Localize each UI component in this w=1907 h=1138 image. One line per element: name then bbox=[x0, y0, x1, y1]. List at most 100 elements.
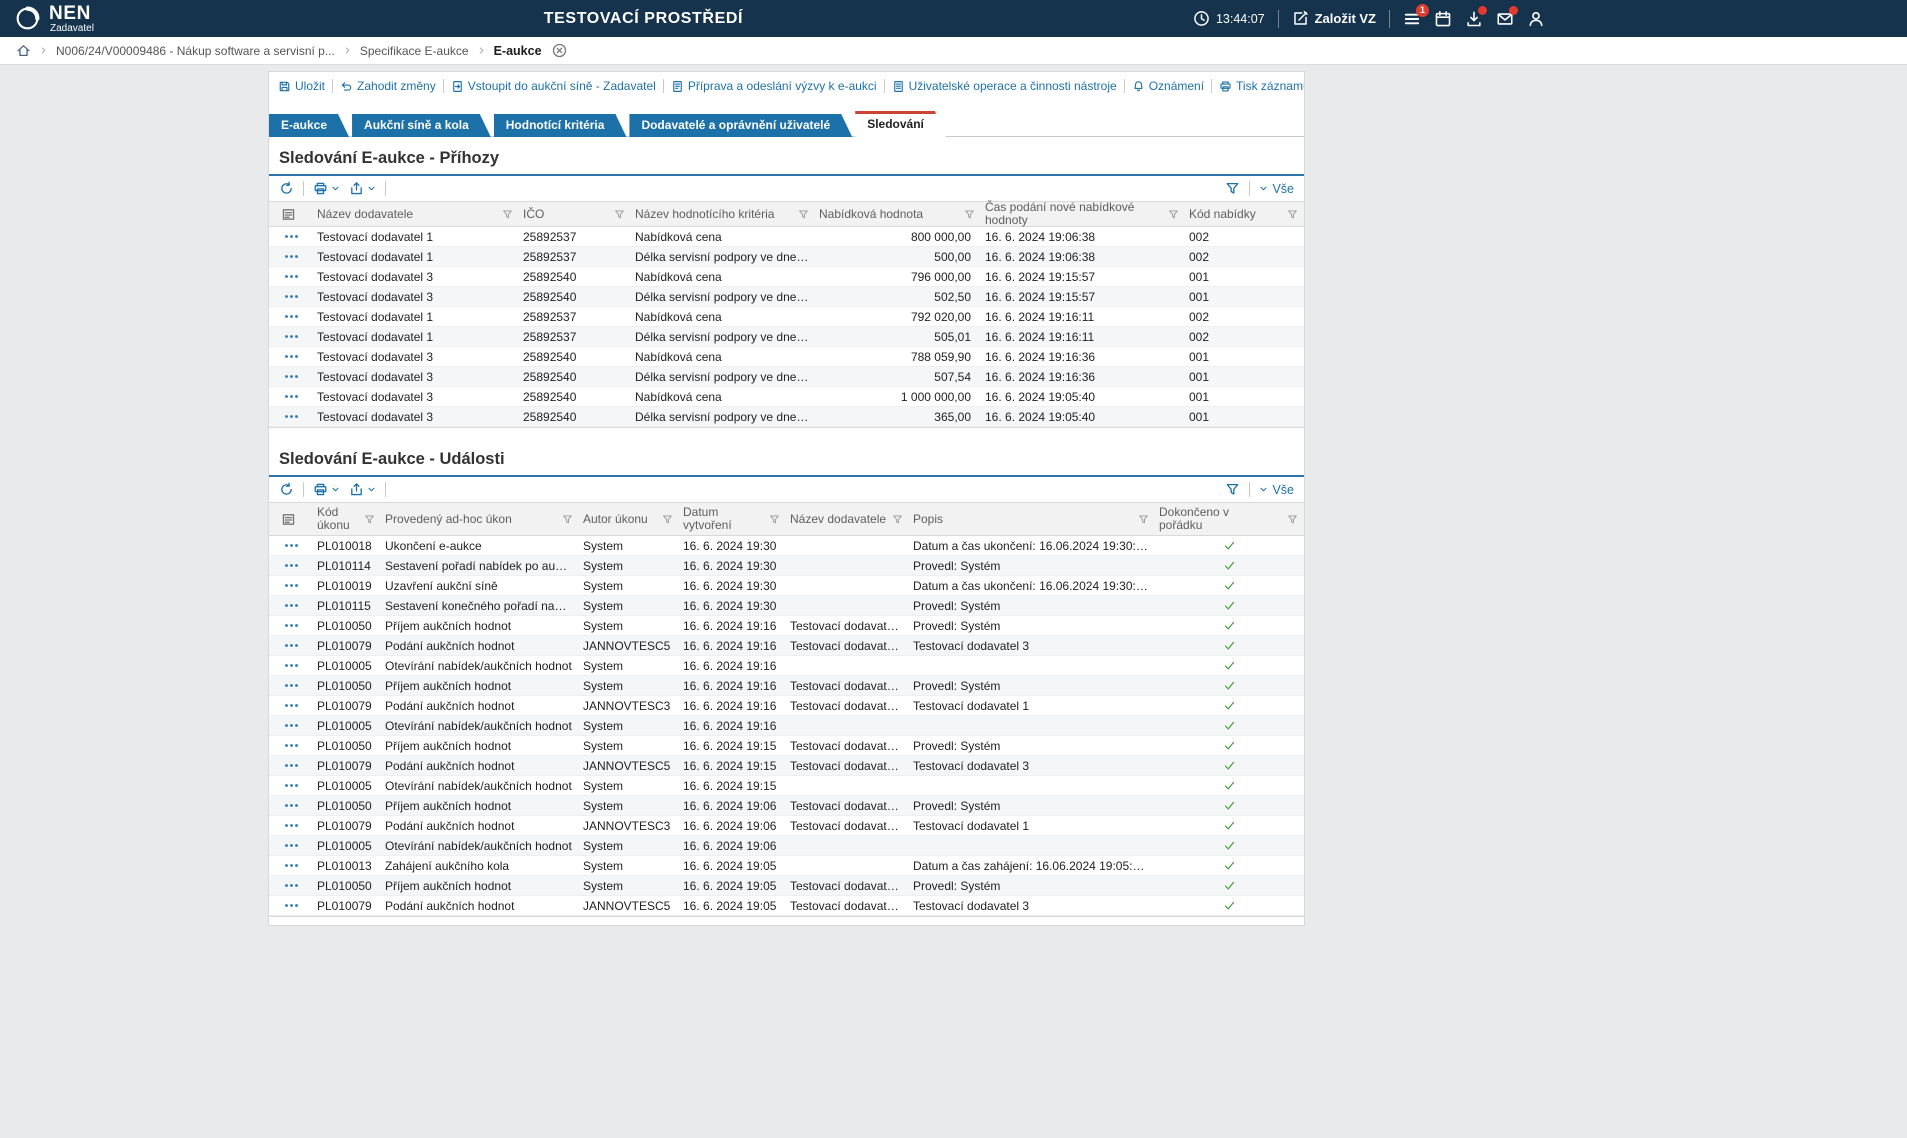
row-menu-icon[interactable] bbox=[284, 273, 299, 280]
tab-sledovani[interactable]: Sledování bbox=[855, 111, 946, 137]
table-row[interactable]: Testovací dodavatel 1 25892537 Délka ser… bbox=[269, 247, 1304, 267]
filter-icon[interactable] bbox=[1225, 482, 1240, 497]
row-menu-icon[interactable] bbox=[284, 722, 299, 729]
grid-export-button[interactable] bbox=[349, 482, 376, 497]
column-filter-icon[interactable] bbox=[562, 514, 573, 525]
table-row[interactable]: PL010050 Příjem aukčních hodnot System 1… bbox=[269, 796, 1304, 816]
breadcrumb-item-zakazka[interactable]: N006/24/V00009486 - Nákup software a ser… bbox=[56, 44, 335, 58]
col-dokonceno[interactable]: Dokončeno v pořádku bbox=[1155, 503, 1304, 535]
table-row[interactable]: Testovací dodavatel 3 25892540 Nabídková… bbox=[269, 267, 1304, 287]
col-kod-nabidky[interactable]: Kód nabídky bbox=[1185, 202, 1304, 226]
row-menu-icon[interactable] bbox=[284, 842, 299, 849]
column-filter-icon[interactable] bbox=[502, 209, 513, 220]
row-menu-icon[interactable] bbox=[284, 662, 299, 669]
row-menu-icon[interactable] bbox=[284, 353, 299, 360]
row-menu-icon[interactable] bbox=[284, 682, 299, 689]
col-ico[interactable]: IČO bbox=[519, 202, 631, 226]
col-autor-ukonu[interactable]: Autor úkonu bbox=[579, 503, 679, 535]
row-menu-icon[interactable] bbox=[284, 802, 299, 809]
table-row[interactable]: PL010050 Příjem aukčních hodnot System 1… bbox=[269, 736, 1304, 756]
col-cas-podani[interactable]: Čas podání nové nabídkové hodnoty bbox=[981, 202, 1185, 226]
column-filter-icon[interactable] bbox=[614, 209, 625, 220]
prepare-invitation-button[interactable]: Příprava a odeslání výzvy k e-aukci bbox=[663, 79, 884, 93]
row-menu-icon[interactable] bbox=[284, 702, 299, 709]
grid-export-button[interactable] bbox=[349, 181, 376, 196]
print-record-button[interactable]: Tisk záznamu bbox=[1211, 79, 1304, 93]
row-menu-icon[interactable] bbox=[284, 882, 299, 889]
column-filter-icon[interactable] bbox=[798, 209, 809, 220]
table-row[interactable]: PL010019 Uzavření aukční síně System 16.… bbox=[269, 576, 1304, 596]
table-row[interactable]: PL010018 Ukončení e-aukce System 16. 6. … bbox=[269, 536, 1304, 556]
col-settings[interactable] bbox=[269, 202, 313, 226]
enter-auction-room-button[interactable]: Vstoupit do aukční síně - Zadavatel bbox=[443, 79, 663, 93]
tab-e-aukce[interactable]: E-aukce bbox=[269, 114, 349, 137]
table-row[interactable]: PL010079 Podání aukčních hodnot JANNOVTE… bbox=[269, 636, 1304, 656]
column-filter-icon[interactable] bbox=[1287, 514, 1298, 525]
column-filter-icon[interactable] bbox=[769, 514, 780, 525]
home-icon[interactable] bbox=[16, 43, 31, 58]
table-row[interactable]: PL010079 Podání aukčních hodnot JANNOVTE… bbox=[269, 756, 1304, 776]
filter-icon[interactable] bbox=[1225, 181, 1240, 196]
col-datum-vytvoreni[interactable]: Datum vytvoření bbox=[679, 503, 786, 535]
column-filter-icon[interactable] bbox=[1287, 209, 1298, 220]
filter-scope-dropdown[interactable]: Vše bbox=[1259, 483, 1294, 497]
col-nazev-dodavatele[interactable]: Název dodavatele bbox=[786, 503, 909, 535]
row-menu-icon[interactable] bbox=[284, 822, 299, 829]
table-row[interactable]: PL010115 Sestavení konečného pořadí nabí… bbox=[269, 596, 1304, 616]
col-settings[interactable] bbox=[269, 503, 313, 535]
grid-print-button[interactable] bbox=[313, 482, 340, 497]
menu-button[interactable]: 1 bbox=[1403, 10, 1421, 28]
row-menu-icon[interactable] bbox=[284, 333, 299, 340]
row-menu-icon[interactable] bbox=[284, 293, 299, 300]
column-filter-icon[interactable] bbox=[1138, 514, 1149, 525]
table-row[interactable]: PL010079 Podání aukčních hodnot JANNOVTE… bbox=[269, 696, 1304, 716]
filter-scope-dropdown[interactable]: Vše bbox=[1259, 182, 1294, 196]
table-row[interactable]: PL010050 Příjem aukčních hodnot System 1… bbox=[269, 616, 1304, 636]
table-row[interactable]: Testovací dodavatel 3 25892540 Nabídková… bbox=[269, 387, 1304, 407]
table-row[interactable]: Testovací dodavatel 1 25892537 Nabídková… bbox=[269, 227, 1304, 247]
row-menu-icon[interactable] bbox=[284, 542, 299, 549]
table-row[interactable]: PL010079 Podání aukčních hodnot JANNOVTE… bbox=[269, 816, 1304, 836]
table-row[interactable]: PL010079 Podání aukčních hodnot JANNOVTE… bbox=[269, 896, 1304, 916]
row-menu-icon[interactable] bbox=[284, 622, 299, 629]
row-menu-icon[interactable] bbox=[284, 233, 299, 240]
notifications-button[interactable]: Oznámení bbox=[1124, 79, 1211, 93]
column-filter-icon[interactable] bbox=[662, 514, 673, 525]
row-menu-icon[interactable] bbox=[284, 582, 299, 589]
nen-logo[interactable]: NEN Zadavatel bbox=[14, 4, 94, 34]
table-row[interactable]: Testovací dodavatel 3 25892540 Délka ser… bbox=[269, 367, 1304, 387]
table-row[interactable]: PL010013 Zahájení aukčního kola System 1… bbox=[269, 856, 1304, 876]
column-filter-icon[interactable] bbox=[892, 514, 903, 525]
column-filter-icon[interactable] bbox=[964, 209, 975, 220]
user-operations-button[interactable]: Uživatelské operace a činnosti nástroje bbox=[884, 79, 1124, 93]
table-row[interactable]: Testovací dodavatel 3 25892540 Délka ser… bbox=[269, 407, 1304, 427]
table-row[interactable]: Testovací dodavatel 1 25892537 Délka ser… bbox=[269, 327, 1304, 347]
column-filter-icon[interactable] bbox=[364, 514, 375, 525]
row-menu-icon[interactable] bbox=[284, 642, 299, 649]
table-row[interactable]: PL010005 Otevírání nabídek/aukčních hodn… bbox=[269, 836, 1304, 856]
col-nabidkova-hodnota[interactable]: Nabídková hodnota bbox=[815, 202, 981, 226]
refresh-icon[interactable] bbox=[279, 482, 294, 497]
col-nazev-kriteria[interactable]: Název hodnotícího kritéria bbox=[631, 202, 815, 226]
col-nazev-dodavatele[interactable]: Název dodavatele bbox=[313, 202, 519, 226]
tab-hodnotici-kriteria[interactable]: Hodnotící kritéria bbox=[494, 114, 627, 137]
row-menu-icon[interactable] bbox=[284, 902, 299, 909]
messages-button[interactable] bbox=[1496, 10, 1514, 28]
row-menu-icon[interactable] bbox=[284, 602, 299, 609]
table-row[interactable]: PL010050 Příjem aukčních hodnot System 1… bbox=[269, 676, 1304, 696]
row-menu-icon[interactable] bbox=[284, 393, 299, 400]
col-provedeny-ukon[interactable]: Provedený ad-hoc úkon bbox=[381, 503, 579, 535]
tab-aukcni-sine-a-kola[interactable]: Aukční síně a kola bbox=[352, 114, 491, 137]
row-menu-icon[interactable] bbox=[284, 862, 299, 869]
tab-dodavatele-a-opravneni-uzivatele[interactable]: Dodavatelé a oprávnění uživatelé bbox=[629, 114, 852, 137]
table-row[interactable]: PL010005 Otevírání nabídek/aukčních hodn… bbox=[269, 656, 1304, 676]
downloads-button[interactable] bbox=[1465, 10, 1483, 28]
column-chooser-icon[interactable] bbox=[281, 512, 296, 527]
table-row[interactable]: PL010005 Otevírání nabídek/aukčních hodn… bbox=[269, 716, 1304, 736]
discard-changes-button[interactable]: Zahodit změny bbox=[332, 79, 443, 93]
table-row[interactable]: PL010005 Otevírání nabídek/aukčních hodn… bbox=[269, 776, 1304, 796]
save-button[interactable]: Uložit bbox=[275, 79, 332, 93]
close-form-icon[interactable] bbox=[552, 43, 567, 58]
row-menu-icon[interactable] bbox=[284, 373, 299, 380]
table-row[interactable]: Testovací dodavatel 3 25892540 Délka ser… bbox=[269, 287, 1304, 307]
